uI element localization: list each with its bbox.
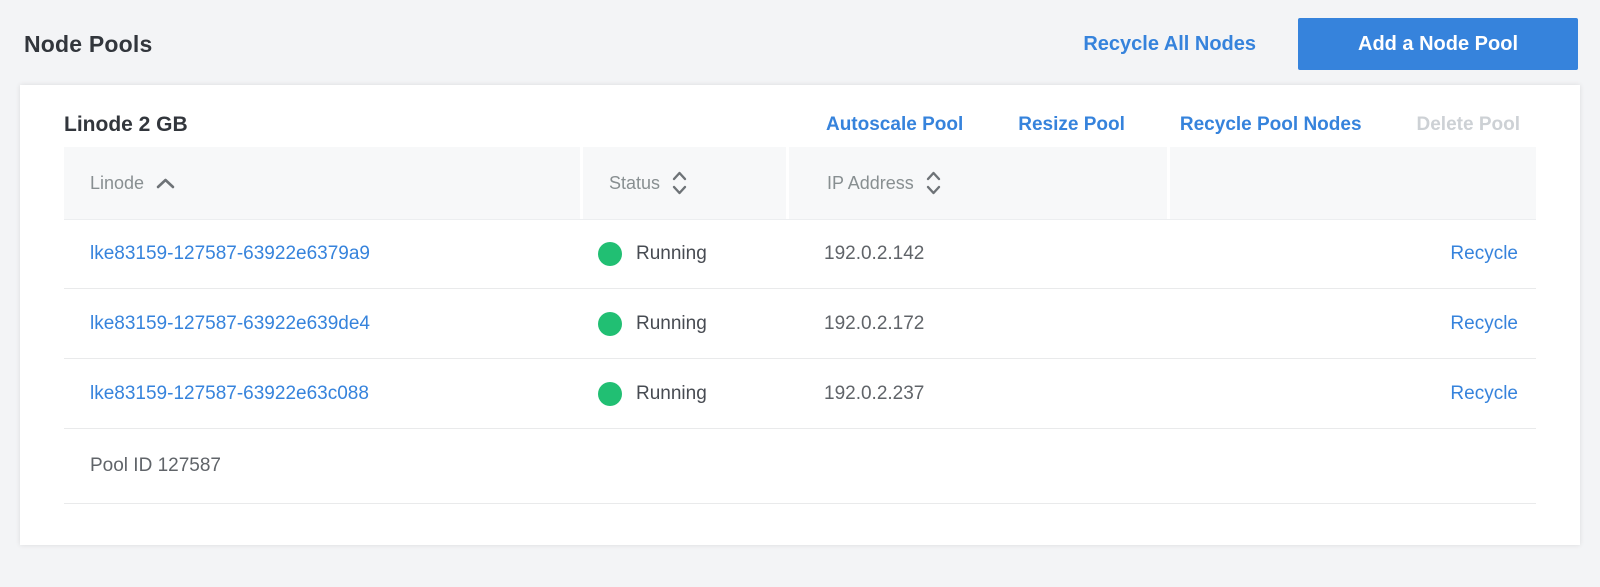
status-label: Running [636, 383, 707, 405]
linode-cell: lke83159-127587-63922e63c088 [64, 383, 580, 405]
linode-cell: lke83159-127587-63922e639de4 [64, 313, 580, 335]
status-cell: Running [580, 242, 786, 266]
row-actions: Recycle [1167, 243, 1536, 265]
status-running-dot-icon [598, 312, 622, 336]
resize-pool-button[interactable]: Resize Pool [1018, 114, 1125, 136]
ip-address-value: 192.0.2.142 [786, 243, 1167, 265]
ip-address-value: 192.0.2.172 [786, 313, 1167, 335]
node-rows: lke83159-127587-63922e6379a9 Running 192… [64, 219, 1536, 429]
node-link[interactable]: lke83159-127587-63922e6379a9 [90, 243, 370, 264]
pool-name: Linode 2 GB [64, 113, 188, 137]
status-running-dot-icon [598, 382, 622, 406]
ip-address-value: 192.0.2.237 [786, 383, 1167, 405]
sort-both-icon [671, 169, 688, 197]
add-node-pool-button[interactable]: Add a Node Pool [1298, 18, 1578, 70]
column-label: Status [609, 173, 660, 194]
delete-pool-button: Delete Pool [1417, 114, 1520, 136]
recycle-link[interactable]: Recycle [1450, 243, 1518, 264]
column-header-actions [1167, 147, 1536, 219]
table-row: lke83159-127587-63922e6379a9 Running 192… [64, 219, 1536, 289]
page-header: Node Pools Recycle All Nodes Add a Node … [24, 18, 1578, 70]
status-label: Running [636, 243, 707, 265]
column-header-linode[interactable]: Linode [64, 147, 580, 219]
nodes-table: Linode Status IP Address [64, 147, 1536, 504]
page-header-actions: Recycle All Nodes Add a Node Pool [1083, 18, 1578, 70]
node-link[interactable]: lke83159-127587-63922e63c088 [90, 383, 369, 404]
pool-card-header: Linode 2 GB Autoscale Pool Resize Pool R… [64, 85, 1536, 147]
recycle-pool-nodes-button[interactable]: Recycle Pool Nodes [1180, 114, 1362, 136]
table-row: lke83159-127587-63922e639de4 Running 192… [64, 289, 1536, 359]
sort-ascending-icon [155, 177, 176, 190]
pool-id-footer: Pool ID 127587 [64, 429, 1536, 504]
status-cell: Running [580, 312, 786, 336]
node-pool-card: Linode 2 GB Autoscale Pool Resize Pool R… [20, 85, 1580, 545]
status-running-dot-icon [598, 242, 622, 266]
column-header-ip-address[interactable]: IP Address [786, 147, 1167, 219]
recycle-link[interactable]: Recycle [1450, 383, 1518, 404]
node-link[interactable]: lke83159-127587-63922e639de4 [90, 313, 370, 334]
recycle-link[interactable]: Recycle [1450, 313, 1518, 334]
status-cell: Running [580, 382, 786, 406]
pool-actions: Autoscale Pool Resize Pool Recycle Pool … [826, 114, 1520, 136]
table-row: lke83159-127587-63922e63c088 Running 192… [64, 359, 1536, 429]
column-label: IP Address [827, 173, 914, 194]
column-header-status[interactable]: Status [580, 147, 786, 219]
linode-cell: lke83159-127587-63922e6379a9 [64, 243, 580, 265]
page-title: Node Pools [24, 31, 153, 58]
status-label: Running [636, 313, 707, 335]
row-actions: Recycle [1167, 383, 1536, 405]
sort-both-icon [925, 169, 942, 197]
column-label: Linode [90, 173, 144, 194]
recycle-all-nodes-button[interactable]: Recycle All Nodes [1083, 33, 1256, 56]
table-header-row: Linode Status IP Address [64, 147, 1536, 219]
autoscale-pool-button[interactable]: Autoscale Pool [826, 114, 963, 136]
row-actions: Recycle [1167, 313, 1536, 335]
